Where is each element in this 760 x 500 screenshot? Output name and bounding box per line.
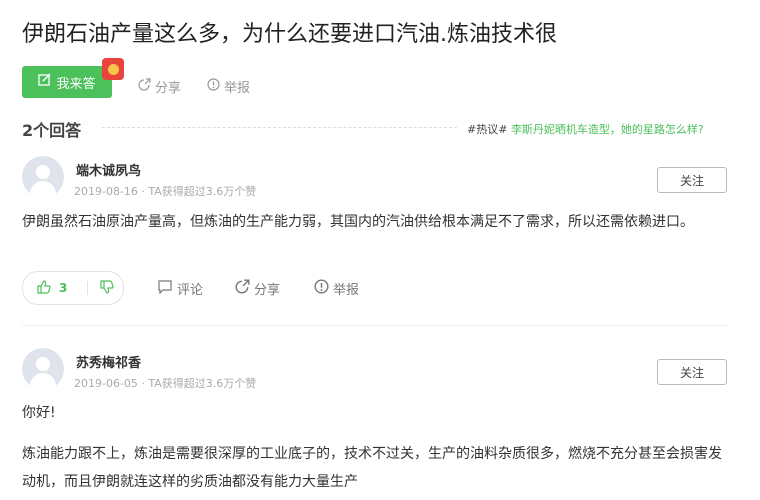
report-icon bbox=[207, 78, 220, 95]
share-icon bbox=[235, 279, 250, 298]
answer-divider bbox=[22, 325, 728, 326]
report-icon bbox=[314, 279, 329, 298]
comment-label: 评论 bbox=[177, 283, 204, 298]
answer-content: 伊朗虽然石油原油产量高，但炼油的生产能力弱，其国内的汽油供给根本满足不了需求，所… bbox=[22, 214, 694, 230]
answer-share-button[interactable]: 分享 bbox=[235, 279, 280, 298]
answer-meta: 2019-08-16 · TA获得超过3.6万个赞 bbox=[74, 185, 257, 198]
answer-username[interactable]: 端木诚夙鸟 bbox=[76, 160, 141, 179]
share-label: 分享 bbox=[155, 81, 182, 96]
answer-greeting: 你好! bbox=[22, 405, 56, 421]
answer-username[interactable]: 苏秀梅祁香 bbox=[76, 352, 141, 371]
question-report-button[interactable]: 举报 bbox=[207, 77, 250, 96]
like-button[interactable]: 3 bbox=[23, 279, 87, 297]
answer-meta: 2019-06-05 · TA获得超过3.6万个赞 bbox=[74, 377, 257, 390]
hot-topic-link[interactable]: #热议# 李斯丹妮晒机车造型，她的星路怎么样? bbox=[467, 121, 704, 137]
vote-box: 3 bbox=[22, 271, 124, 305]
thumbs-up-icon bbox=[37, 279, 51, 297]
avatar[interactable] bbox=[22, 348, 64, 390]
follow-button[interactable]: 关注 bbox=[657, 359, 727, 385]
hot-link-text: 李斯丹妮晒机车造型，她的星路怎么样? bbox=[510, 123, 704, 136]
follow-button[interactable]: 关注 bbox=[657, 167, 727, 193]
divider bbox=[102, 127, 457, 128]
edit-icon bbox=[38, 73, 52, 91]
comment-icon bbox=[157, 279, 173, 298]
comment-button[interactable]: 评论 bbox=[157, 279, 203, 298]
answer-button-label: 我来答 bbox=[56, 76, 96, 92]
answer-report-button[interactable]: 举报 bbox=[314, 279, 359, 298]
red-packet-icon[interactable] bbox=[102, 58, 124, 80]
like-count: 3 bbox=[59, 281, 68, 295]
dislike-button[interactable] bbox=[88, 279, 114, 298]
answer-count: 2个回答 bbox=[22, 121, 82, 140]
share-label: 分享 bbox=[254, 283, 281, 298]
hot-tag: #热议# bbox=[467, 123, 508, 136]
question-title: 伊朗石油产量这么多，为什么还要进口汽油.炼油技术很 bbox=[22, 22, 557, 47]
share-icon bbox=[138, 78, 151, 95]
report-label: 举报 bbox=[224, 81, 251, 96]
report-label: 举报 bbox=[333, 283, 360, 298]
answer-button[interactable]: 我来答 bbox=[22, 66, 112, 98]
answer-content: 炼油能力跟不上，炼油是需要很深厚的工业底子的，技术不过关，生产的油料杂质很多，燃… bbox=[22, 446, 722, 490]
question-share-button[interactable]: 分享 bbox=[138, 77, 181, 96]
thumbs-down-icon bbox=[100, 279, 114, 298]
avatar[interactable] bbox=[22, 156, 64, 198]
